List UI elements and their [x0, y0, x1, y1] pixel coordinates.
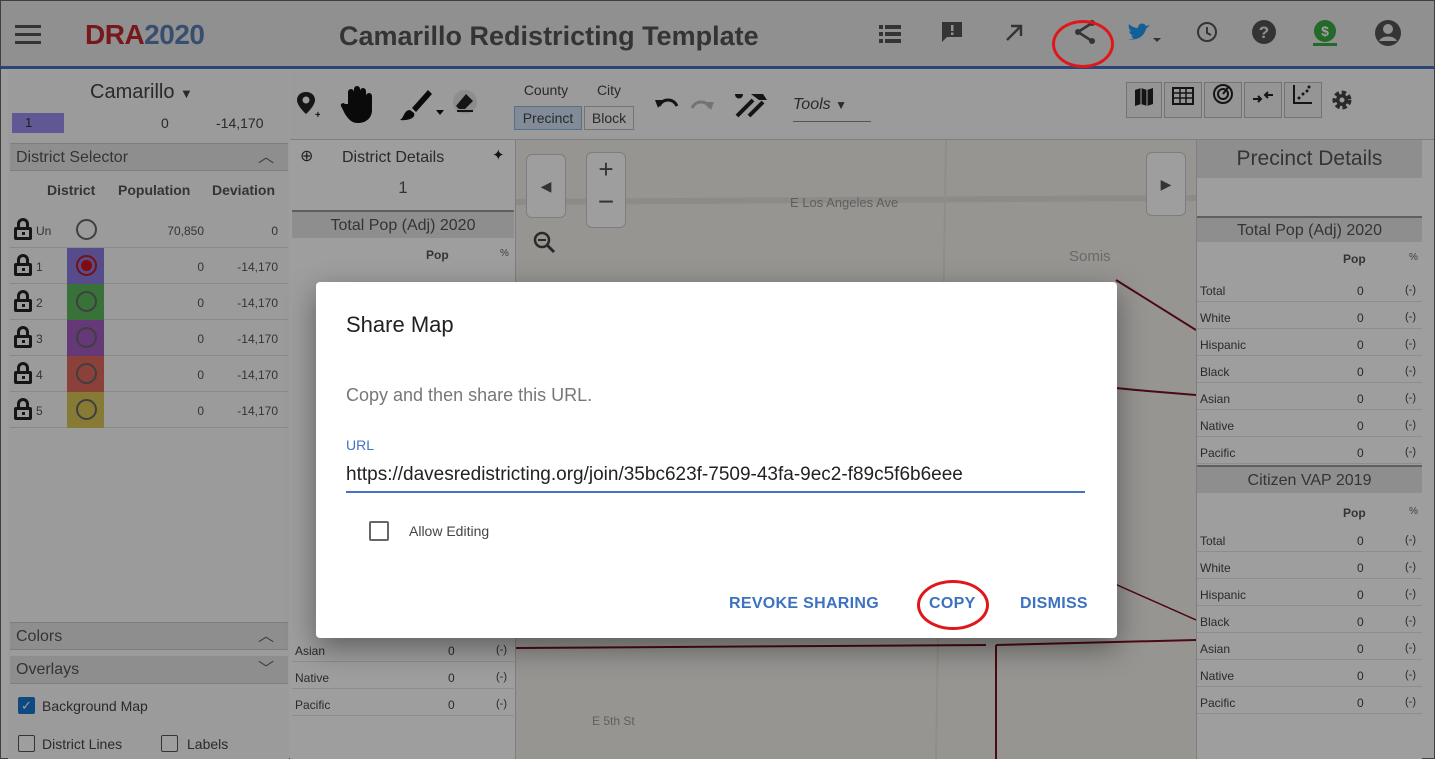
share-map-dialog: Share Map Copy and then share this URL. …: [316, 282, 1117, 638]
share-highlight-circle: [1052, 20, 1114, 68]
dismiss-button[interactable]: DISMISS: [1020, 595, 1088, 613]
dialog-subtitle: Copy and then share this URL.: [346, 385, 593, 405]
url-field[interactable]: [346, 459, 1085, 493]
copy-highlight-circle: [917, 580, 989, 630]
allow-editing-label: Allow Editing: [409, 523, 490, 539]
dialog-title: Share Map: [346, 312, 454, 337]
url-label: URL: [346, 437, 375, 453]
revoke-sharing-button[interactable]: REVOKE SHARING: [729, 595, 879, 613]
allow-editing-checkbox[interactable]: [369, 521, 389, 541]
